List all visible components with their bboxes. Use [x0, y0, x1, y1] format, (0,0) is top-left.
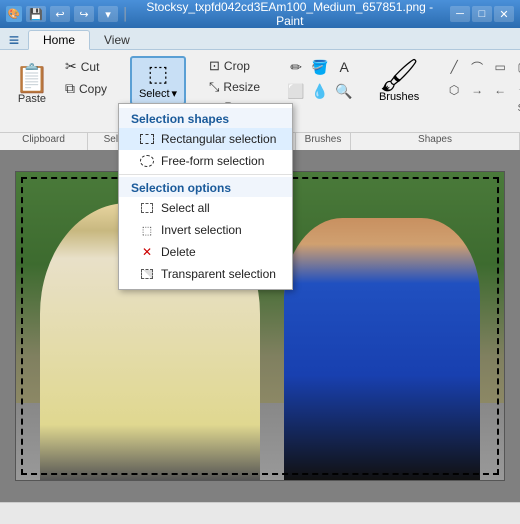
ribbon-tabs: ≡ Home View [0, 28, 520, 50]
title-bar-icons: 🎨 💾 ↩ ↪ ▾ │ [6, 6, 130, 22]
shape-rect[interactable]: ▭ [489, 56, 511, 78]
app-icon: 🎨 [6, 6, 22, 22]
crop-icon: ⊡ [209, 58, 220, 74]
section-selection-shapes: Selection shapes [119, 108, 292, 128]
quick-undo-btn[interactable]: ↩ [50, 6, 70, 22]
dropdown-menu: Selection shapes Rectangular selection F… [118, 103, 293, 290]
crop-button[interactable]: ⊡ Crop [204, 56, 265, 76]
shape-arrow-left[interactable]: ← [489, 79, 511, 101]
tab-home[interactable]: Home [28, 30, 90, 50]
clipboard-group: 📋 Paste ✂ Cut ⧉ Copy [4, 52, 118, 130]
menu-item-freeform[interactable]: Free-form selection [119, 150, 292, 172]
copy-label: Copy [79, 82, 107, 96]
brushes-group-label: Brushes [296, 133, 351, 150]
crop-label: Crop [224, 59, 250, 73]
shape-curve[interactable]: ⌒ [466, 56, 488, 78]
section-selection-options: Selection options [119, 177, 292, 197]
rectangular-sel-icon [139, 131, 155, 147]
brushes-button[interactable]: 🖌 Brushes [375, 56, 423, 106]
shapes-label: Shapes [443, 103, 520, 114]
shapes-group: ╱ ⌒ ▭ ▢ ◯ △ ◇ ⬠ ⬡ → ← ✦ ★ ✶ 💬 ♥ Shapes [437, 52, 520, 130]
menu-item-delete[interactable]: ✕ Delete [119, 241, 292, 263]
shape-4star[interactable]: ✦ [512, 79, 520, 101]
menu-item-invert[interactable]: ⬚ Invert selection [119, 219, 292, 241]
select-button[interactable]: ⬚ Select ▾ [130, 56, 186, 105]
invert-icon: ⬚ [139, 222, 155, 238]
minimize-button[interactable]: ─ [450, 6, 470, 22]
cut-icon: ✂ [65, 58, 77, 75]
menu-item-delete-label: Delete [161, 245, 196, 259]
tab-view[interactable]: View [90, 30, 144, 50]
menu-separator [119, 174, 292, 175]
picker-tool[interactable]: 💧 [309, 80, 331, 102]
status-bar [0, 502, 520, 524]
resize-button[interactable]: ⤡ Resize [204, 77, 265, 97]
quick-save-btn[interactable]: 💾 [26, 6, 46, 22]
close-button[interactable]: ✕ [494, 6, 514, 22]
window-controls: ─ □ ✕ [450, 6, 514, 22]
paste-label: Paste [18, 93, 46, 105]
copy-icon: ⧉ [65, 80, 75, 97]
menu-item-selectall[interactable]: Select all [119, 197, 292, 219]
pencil-tool[interactable]: ✏ [285, 56, 307, 78]
select-label: Select ▾ [139, 87, 177, 100]
transparent-icon [139, 266, 155, 282]
brushes-group: 🖌 Brushes [369, 52, 429, 130]
clipboard-sub-buttons: ✂ Cut ⧉ Copy [60, 56, 112, 114]
tab-file[interactable]: ≡ [0, 30, 28, 50]
copy-button[interactable]: ⧉ Copy [60, 78, 112, 99]
text-tool[interactable]: A [333, 56, 355, 78]
menu-item-selectall-label: Select all [161, 201, 210, 215]
cut-button[interactable]: ✂ Cut [60, 56, 112, 77]
shapes-group-label: Shapes [351, 133, 520, 150]
photo-person-right [284, 218, 479, 480]
tools-row-2: ⬜ 💧 🔍 [285, 80, 355, 102]
shape-line[interactable]: ╱ [443, 56, 465, 78]
clipboard-group-label: Clipboard [0, 133, 88, 150]
cut-label: Cut [81, 60, 100, 74]
shape-arrow-right[interactable]: → [466, 79, 488, 101]
freeform-sel-icon [139, 153, 155, 169]
maximize-button[interactable]: □ [472, 6, 492, 22]
paste-button[interactable]: 📋 Paste [8, 56, 56, 114]
shape-hexagon[interactable]: ⬡ [443, 79, 465, 101]
customize-btn[interactable]: ▾ [98, 6, 118, 22]
paste-icon: 📋 [15, 65, 50, 93]
shape-roundrect[interactable]: ▢ [512, 56, 520, 78]
menu-item-rectangular[interactable]: Rectangular selection [119, 128, 292, 150]
brushes-label: Brushes [379, 91, 419, 103]
eraser-tool[interactable]: ⬜ [285, 80, 307, 102]
delete-icon: ✕ [139, 244, 155, 260]
brush-icon: 🖌 [379, 59, 420, 91]
window-title: Stocksy_txpfd042cd3EAm100_Medium_657851.… [136, 0, 445, 28]
fill-tool[interactable]: 🪣 [309, 56, 331, 78]
shapes-grid: ╱ ⌒ ▭ ▢ ◯ △ ◇ ⬠ ⬡ → ← ✦ ★ ✶ 💬 ♥ [443, 56, 520, 101]
menu-item-transparent[interactable]: Transparent selection [119, 263, 292, 285]
menu-item-transparent-label: Transparent selection [161, 267, 276, 281]
menu-item-invert-label: Invert selection [161, 223, 242, 237]
tools-row-1: ✏ 🪣 A [285, 56, 355, 78]
resize-icon: ⤡ [209, 79, 219, 95]
quick-redo-btn[interactable]: ↪ [74, 6, 94, 22]
menu-item-rectangular-label: Rectangular selection [161, 132, 276, 146]
title-bar: 🎨 💾 ↩ ↪ ▾ │ Stocksy_txpfd042cd3EAm100_Me… [0, 0, 520, 28]
select-icon: ⬚ [148, 61, 169, 87]
selectall-icon [139, 200, 155, 216]
resize-label: Resize [223, 80, 260, 94]
zoom-tool[interactable]: 🔍 [333, 80, 355, 102]
menu-item-freeform-label: Free-form selection [161, 154, 264, 168]
